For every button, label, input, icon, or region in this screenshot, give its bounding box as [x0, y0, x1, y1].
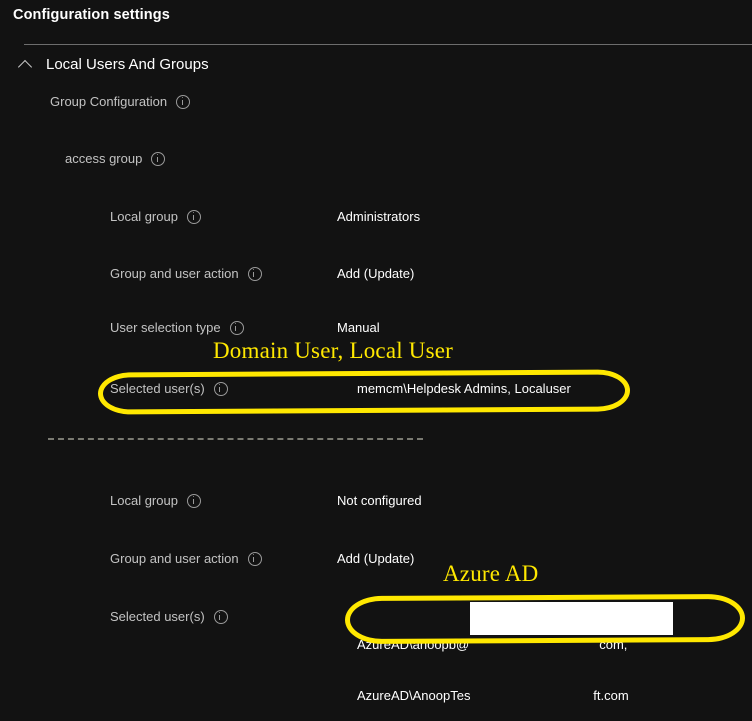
annotation-azure-ad: Azure AD — [443, 561, 539, 587]
info-icon[interactable] — [248, 552, 262, 566]
access-group-text: access group — [65, 151, 142, 166]
table-row: Group and user action Add (Update) — [0, 266, 752, 286]
setting-label-local-group-2: Local group — [110, 493, 201, 508]
label-text: Group and user action — [110, 266, 239, 281]
label-text: Group and user action — [110, 551, 239, 566]
page-title: Configuration settings — [13, 7, 170, 23]
label-text: Selected user(s) — [110, 381, 205, 396]
setting-label-selected-users-2: Selected user(s) — [110, 609, 228, 624]
info-icon[interactable] — [187, 494, 201, 508]
info-icon[interactable] — [248, 267, 262, 281]
setting-label-local-group: Local group — [110, 209, 201, 224]
section-divider-dashed — [48, 438, 423, 440]
chevron-up-icon[interactable] — [18, 56, 34, 72]
setting-label-user-selection-type: User selection type — [110, 320, 244, 335]
setting-value-user-selection-type: Manual — [337, 320, 380, 335]
table-row: User selection type Manual — [0, 320, 752, 340]
selected-users-line-1: AzureAD\anoopb@ com, — [357, 636, 629, 653]
setting-label-group-and-user-action-2: Group and user action — [110, 551, 262, 566]
section-title: Local Users And Groups — [46, 56, 209, 73]
header-divider — [24, 44, 752, 45]
info-icon[interactable] — [214, 382, 228, 396]
label-text: Local group — [110, 493, 178, 508]
setting-value-group-and-user-action: Add (Update) — [337, 266, 414, 281]
label-text: Local group — [110, 209, 178, 224]
setting-value-local-group-2: Not configured — [337, 493, 422, 508]
info-icon[interactable] — [187, 210, 201, 224]
setting-value-local-group: Administrators — [337, 209, 420, 224]
label-text: User selection type — [110, 320, 221, 335]
info-icon[interactable] — [176, 95, 190, 109]
table-row: Selected user(s) memcm\Helpdesk Admins, … — [0, 381, 752, 401]
section-local-users-and-groups[interactable]: Local Users And Groups — [18, 53, 209, 75]
group-configuration-text: Group Configuration — [50, 94, 167, 109]
group-configuration-label: Group Configuration — [50, 94, 190, 109]
info-icon[interactable] — [230, 321, 244, 335]
table-row: Local group Not configured — [0, 493, 752, 513]
setting-value-group-and-user-action-2: Add (Update) — [337, 551, 414, 566]
setting-label-selected-users: Selected user(s) — [110, 381, 228, 396]
annotation-domain-user-local-user: Domain User, Local User — [213, 338, 453, 364]
info-icon[interactable] — [214, 610, 228, 624]
setting-value-selected-users: memcm\Helpdesk Admins, Localuser — [357, 381, 571, 396]
selected-users-line-2: AzureAD\AnoopTes ft.com — [357, 687, 629, 704]
info-icon[interactable] — [151, 152, 165, 166]
table-row: Local group Administrators — [0, 209, 752, 229]
table-row: Group and user action Add (Update) — [0, 551, 752, 571]
label-text: Selected user(s) — [110, 609, 205, 624]
setting-label-group-and-user-action: Group and user action — [110, 266, 262, 281]
access-group-label: access group — [65, 151, 165, 166]
redaction-block — [470, 602, 673, 635]
